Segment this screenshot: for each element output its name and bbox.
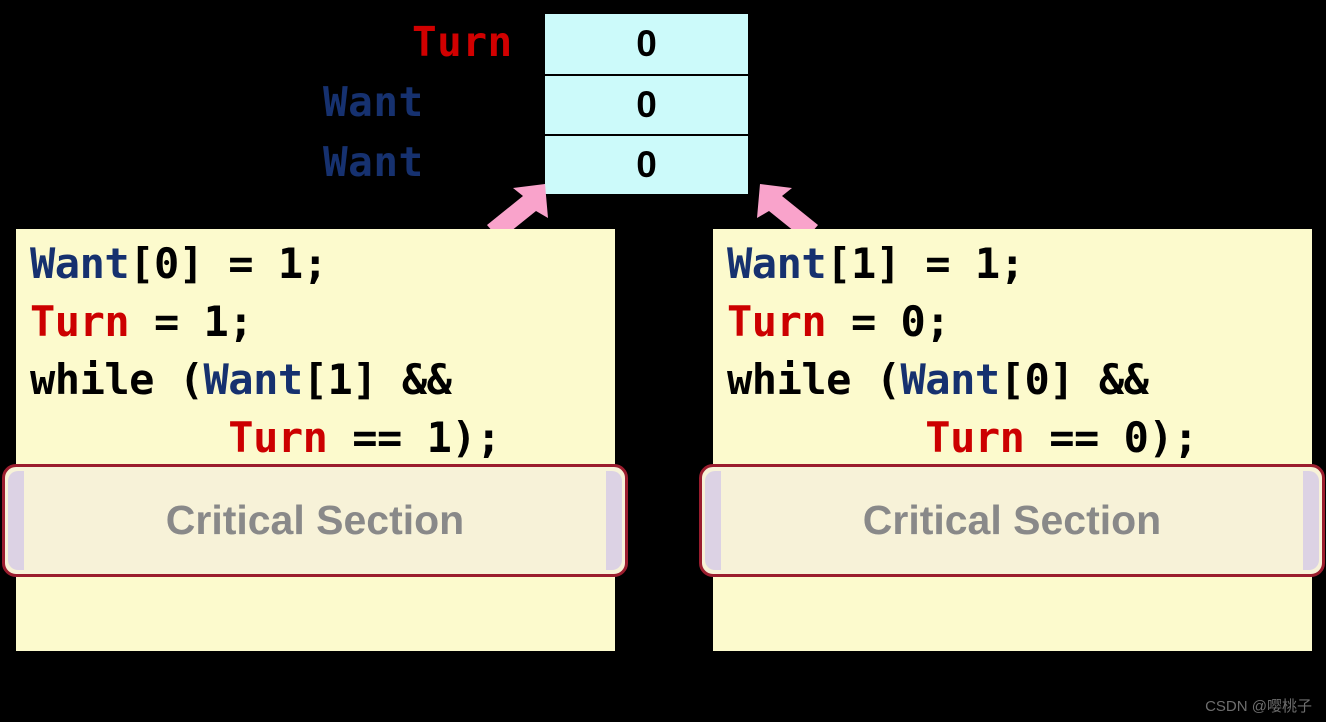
code-token: [1] && bbox=[302, 355, 452, 404]
shared-var-label-turn: Turn bbox=[412, 18, 513, 66]
code-line: while (Want[0] && bbox=[727, 351, 1312, 409]
code-line: Want[1] = 1; bbox=[727, 235, 1312, 293]
code-token: Turn bbox=[727, 297, 827, 346]
shared-var-label-want1: Want bbox=[323, 138, 424, 186]
code-token: while ( bbox=[30, 355, 204, 404]
code-line: Want[0] = 1; bbox=[30, 235, 615, 293]
code-token: == 1); bbox=[327, 413, 501, 462]
cs-left-edge-shade bbox=[8, 471, 24, 570]
shared-memory-table: 0 0 0 bbox=[545, 14, 748, 194]
code-token: Want bbox=[900, 355, 1001, 404]
code-token: Turn bbox=[228, 413, 328, 462]
code-token: while ( bbox=[727, 355, 901, 404]
watermark: CSDN @嘤桃子 bbox=[1205, 698, 1312, 715]
code-line: Turn == 0); bbox=[727, 409, 1312, 467]
code-token: [0] = 1; bbox=[129, 239, 328, 288]
shared-var-label-want0: Want bbox=[323, 78, 424, 126]
process-1-critical-section-box: Critical Section bbox=[699, 464, 1325, 577]
code-token: [1] = 1; bbox=[826, 239, 1025, 288]
process-0-code-panel: Want[0] = 1; Turn = 1; while (Want[1] &&… bbox=[16, 229, 615, 651]
code-line: Turn == 1); bbox=[30, 409, 615, 467]
process-1-code-panel: Want[1] = 1; Turn = 0; while (Want[0] &&… bbox=[713, 229, 1312, 651]
shared-memory-cell-want0: 0 bbox=[545, 74, 748, 134]
code-token: Want bbox=[727, 239, 827, 288]
code-token: Turn bbox=[30, 297, 130, 346]
code-token: Want bbox=[30, 239, 130, 288]
code-token: == 0); bbox=[1024, 413, 1198, 462]
process-0-critical-section-box: Critical Section bbox=[2, 464, 628, 577]
process-0-code-lines: Want[0] = 1; Turn = 1; while (Want[1] &&… bbox=[30, 235, 615, 467]
code-token: Turn bbox=[925, 413, 1025, 462]
process-0-critical-section-label: Critical Section bbox=[165, 497, 465, 543]
process-1-critical-section-label: Critical Section bbox=[862, 497, 1162, 543]
code-line: Turn = 1; bbox=[30, 293, 615, 351]
code-line: while (Want[1] && bbox=[30, 351, 615, 409]
code-token: = 1; bbox=[129, 297, 254, 346]
cs-right-edge-shade bbox=[606, 471, 622, 570]
cs-left-edge-shade bbox=[705, 471, 721, 570]
slide-canvas: Turn Want Want 0 0 0 Want[0] = 1; Turn =… bbox=[0, 0, 1326, 722]
shared-memory-cell-want1: 0 bbox=[545, 134, 748, 194]
code-token: [0] && bbox=[999, 355, 1149, 404]
code-line: Turn = 0; bbox=[727, 293, 1312, 351]
shared-memory-cell-turn: 0 bbox=[636, 23, 657, 64]
code-token: = 0; bbox=[826, 297, 951, 346]
process-1-code-lines: Want[1] = 1; Turn = 0; while (Want[0] &&… bbox=[727, 235, 1312, 467]
cs-right-edge-shade bbox=[1303, 471, 1319, 570]
code-token: Want bbox=[203, 355, 304, 404]
